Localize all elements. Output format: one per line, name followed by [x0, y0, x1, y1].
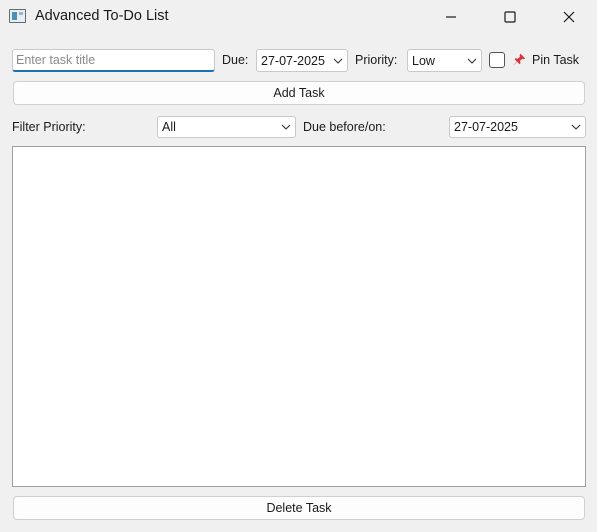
close-button[interactable] — [546, 0, 592, 33]
minimize-button[interactable] — [428, 0, 474, 33]
filter-priority-label: Filter Priority: — [12, 120, 86, 134]
filter-priority-value: All — [162, 120, 176, 134]
filter-due-date-picker[interactable]: 27-07-2025 — [449, 116, 586, 138]
chevron-down-icon — [277, 117, 295, 137]
add-task-button[interactable]: Add Task — [13, 81, 585, 105]
pin-task-checkbox[interactable] — [489, 52, 505, 68]
app-window: Advanced To-Do List Due: 27-07-2025 Prio… — [0, 0, 597, 532]
maximize-button[interactable] — [487, 0, 533, 33]
close-icon — [563, 11, 575, 22]
priority-label: Priority: — [355, 53, 398, 67]
maximize-icon — [504, 10, 516, 23]
pin-task-label: Pin Task — [532, 53, 580, 67]
minimize-icon — [446, 15, 456, 18]
delete-task-button[interactable]: Delete Task — [13, 496, 585, 520]
filter-priority-select[interactable]: All — [157, 116, 296, 138]
chevron-down-icon — [463, 50, 481, 71]
due-date-picker[interactable]: 27-07-2025 — [256, 49, 348, 72]
priority-value: Low — [412, 53, 435, 68]
priority-select[interactable]: Low — [407, 49, 482, 72]
task-title-input[interactable] — [12, 49, 215, 72]
title-bar[interactable]: Advanced To-Do List — [0, 0, 597, 33]
due-label: Due: — [222, 53, 249, 67]
task-list[interactable] — [12, 146, 586, 487]
chevron-down-icon — [567, 117, 585, 137]
pushpin-icon — [513, 53, 526, 69]
due-before-label: Due before/on: — [303, 120, 386, 134]
filter-due-date-value: 27-07-2025 — [454, 120, 518, 134]
chevron-down-icon — [329, 50, 347, 71]
window-title: Advanced To-Do List — [35, 8, 169, 24]
window-app-icon — [9, 9, 26, 23]
due-date-value: 27-07-2025 — [261, 53, 325, 68]
